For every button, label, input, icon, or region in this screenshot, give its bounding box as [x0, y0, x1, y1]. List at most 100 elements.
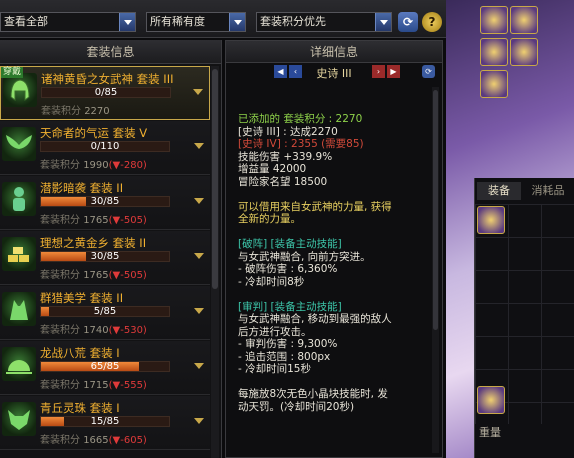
set-item-1[interactable]: 天命者的气运 套装 V 0/110 套装积分 1990(▼-280) [0, 121, 210, 175]
detail-line: 冒险家名望 18500 [238, 175, 328, 188]
detail-line: 后方进行攻击。 [238, 325, 312, 338]
category-value: 查看全部 [4, 15, 48, 28]
set-progress-bar: 30/85 [40, 196, 170, 207]
chevron-down-icon[interactable] [194, 308, 204, 314]
detail-line: - 冷却时间15秒 [238, 363, 311, 375]
tab-consumables[interactable]: 消耗品 [523, 182, 573, 200]
set-score: 套装积分 2270 [41, 106, 110, 117]
detail-line: 与女武神融合, 向前方突进。 [238, 250, 371, 263]
skill-slot-icon[interactable] [510, 6, 538, 34]
detail-line: [审判] [装备主动技能] [238, 300, 342, 313]
chevron-down-icon[interactable] [194, 198, 204, 204]
set-score: 套装积分 1765(▼-505) [40, 270, 147, 281]
detail-line [238, 226, 434, 239]
detail-line [238, 376, 434, 389]
chevron-down-icon[interactable] [194, 253, 204, 259]
set-progress-bar: 5/85 [40, 306, 170, 317]
wings-icon [2, 127, 36, 161]
set-progress-bar: 0/110 [40, 141, 170, 152]
sun-icon [2, 347, 36, 381]
detail-line: 可以借用来自女武神的力量, 获得 [238, 200, 392, 213]
gold-bars-icon [2, 237, 36, 271]
set-name: 青丘灵珠 套装 I [40, 401, 120, 415]
rarity-dropdown[interactable]: 所有稀有度 [146, 12, 246, 32]
detail-line [238, 288, 434, 301]
set-name: 诸神黄昏之女武神 套装 III [41, 72, 174, 86]
detail-line: 每施放8次无色小晶块技能时, 发 [238, 388, 388, 400]
helmet-icon [3, 73, 37, 107]
refresh-icon[interactable]: ⟳ [398, 12, 418, 32]
next-tier-button[interactable]: › [372, 65, 385, 78]
set-progress-bar: 65/85 [40, 361, 170, 372]
set-list-header: 套装信息 [0, 40, 221, 64]
set-score: 套装积分 1665(▼-605) [40, 435, 147, 446]
set-progress-bar: 15/85 [40, 416, 170, 427]
sort-dropdown[interactable]: 套装积分优先 [256, 12, 392, 32]
detail-line: [破阵] [装备主动技能] [238, 238, 342, 250]
rarity-value: 所有稀有度 [150, 15, 205, 28]
set-item-2[interactable]: 潜影暗袭 套装 II 30/85 套装积分 1765(▼-505) [0, 176, 210, 230]
set-name: 天命者的气运 套装 V [40, 126, 148, 140]
set-item-4[interactable]: 群猎美学 套装 II 5/85 套装积分 1740(▼-530) [0, 286, 210, 340]
set-progress-bar: 30/85 [40, 251, 170, 262]
refresh-icon[interactable]: ⟳ [422, 65, 435, 78]
set-score: 套装积分 1765(▼-505) [40, 215, 147, 226]
set-progress-bar: 0/85 [41, 87, 171, 98]
chevron-down-icon[interactable] [375, 13, 391, 31]
inventory-item-icon[interactable] [477, 206, 505, 234]
last-tier-button[interactable]: ▶ [387, 65, 400, 78]
skill-slot-icon[interactable] [480, 70, 508, 98]
chevron-down-icon[interactable] [193, 89, 203, 95]
figure-icon [2, 182, 36, 216]
detail-line: [史诗 IV] : 2355 (需要85) [238, 138, 364, 150]
worn-badge: 穿戴 [1, 67, 24, 78]
detail-panel: 详细信息 ◀ ‹ 史诗 III › ▶ ⟳ 已添加的 套装积分 : 2270 [史… [225, 40, 443, 458]
detail-line: 动天罚。(冷却时间20秒) [238, 400, 355, 413]
set-score: 套装积分 1715(▼-555) [40, 380, 147, 391]
help-button[interactable]: ? [422, 12, 442, 32]
detail-line: [史诗 III] : 达成2270 [238, 125, 338, 138]
fox-icon [2, 402, 36, 436]
scroll-thumb[interactable] [212, 69, 218, 289]
inventory-panel: 装备 消耗品 重量 [474, 178, 574, 458]
detail-line: - 追击范围 : 800px [238, 350, 331, 363]
detail-header: 详细信息 [226, 41, 442, 63]
set-score: 套装积分 1740(▼-530) [40, 325, 147, 336]
inventory-item-icon[interactable] [477, 386, 505, 414]
category-dropdown[interactable]: 查看全部 [0, 12, 136, 32]
weight-label: 重量 [479, 426, 501, 439]
detail-line: 技能伤害 +339.9% [238, 150, 333, 163]
set-score: 套装积分 1990(▼-280) [40, 160, 147, 171]
detail-line: - 冷却时间8秒 [238, 275, 305, 288]
chevron-down-icon[interactable] [229, 13, 245, 31]
skill-slot-icon[interactable] [480, 38, 508, 66]
chevron-down-icon[interactable] [119, 13, 135, 31]
set-item-3[interactable]: 理想之黄金乡 套装 II 30/85 套装积分 1765(▼-505) [0, 231, 210, 285]
filter-bar: 查看全部 所有稀有度 套装积分优先 ⟳ ? [0, 0, 446, 38]
detail-line: - 破阵伤害 : 6,360% [238, 263, 338, 275]
detail-line: 与女武神融合, 移动到最强的敌人 [238, 313, 392, 325]
set-list-panel: 套装信息 穿戴 诸神黄昏之女武神 套装 III 0/85 套装积分 2270 天… [0, 40, 222, 458]
detail-line: 增益量 42000 [238, 163, 307, 175]
set-name: 群猎美学 套装 II [40, 291, 124, 305]
wolf-icon [2, 292, 36, 326]
set-name: 理想之黄金乡 套装 II [40, 236, 147, 250]
set-item-6[interactable]: 青丘灵珠 套装 I 15/85 套装积分 1665(▼-605) [0, 396, 210, 450]
chevron-down-icon[interactable] [194, 418, 204, 424]
skill-slot-icon[interactable] [480, 6, 508, 34]
chevron-down-icon[interactable] [194, 363, 204, 369]
set-name: 龙战八荒 套装 I [40, 346, 120, 360]
detail-line: 全新的力量。 [238, 213, 301, 225]
set-item-5[interactable]: 龙战八荒 套装 I 65/85 套装积分 1715(▼-555) [0, 341, 210, 395]
tier-title: 史诗 III [316, 67, 352, 80]
sort-value: 套装积分优先 [260, 15, 326, 28]
set-list-scrollbar[interactable] [211, 66, 219, 458]
set-name: 潜影暗袭 套装 II [40, 181, 124, 195]
tab-equipment[interactable]: 装备 [477, 182, 521, 200]
chevron-down-icon[interactable] [194, 143, 204, 149]
detail-line: - 审判伤害 : 9,300% [238, 338, 338, 350]
detail-line: 已添加的 套装积分 : 2270 [238, 113, 363, 125]
detail-text: 已添加的 套装积分 : 2270 [史诗 III] : 达成2270 [史诗 IV]… [238, 113, 434, 413]
set-item-0[interactable]: 穿戴 诸神黄昏之女武神 套装 III 0/85 套装积分 2270 [0, 66, 210, 120]
skill-slot-icon[interactable] [510, 38, 538, 66]
